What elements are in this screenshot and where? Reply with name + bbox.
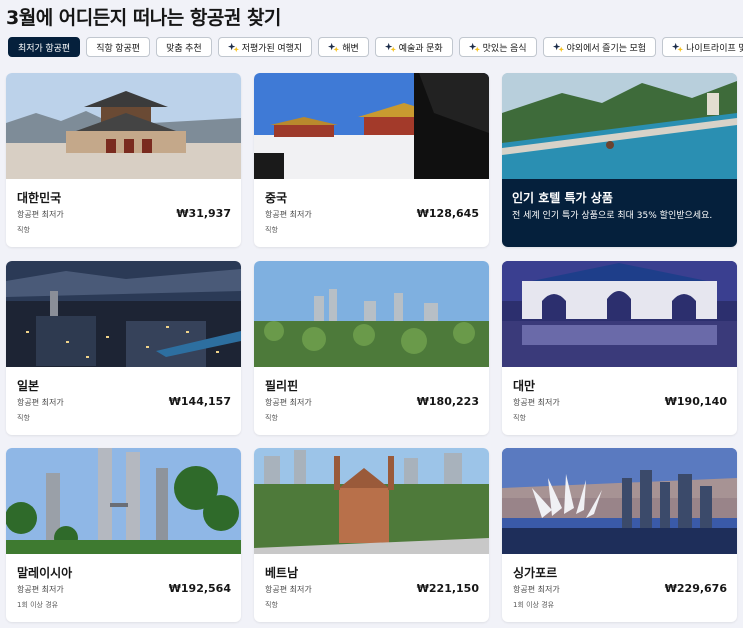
filter-chip-recommended[interactable]: 맞춤 추천	[156, 37, 212, 57]
price-label: 항공편 최저가	[513, 398, 560, 407]
destination-card-china[interactable]: 중국 항공편 최저가 ₩128,645 직항	[254, 73, 489, 247]
price-value: ₩128,645	[416, 207, 479, 220]
chip-label: 나이트라이프 및 엔터	[686, 42, 743, 53]
price-label: 항공편 최저가	[265, 398, 312, 407]
destination-photo	[254, 448, 489, 554]
promo-title: 인기 호텔 특가 상품	[512, 191, 613, 205]
filter-chip-underrated[interactable]: 저평가된 여행지	[217, 37, 313, 57]
price-label: 항공편 최저가	[17, 398, 64, 407]
price-label: 항공편 최저가	[513, 585, 560, 594]
destination-photo	[6, 261, 241, 367]
chip-label: 직항 항공편	[96, 42, 141, 53]
destination-photo	[6, 73, 241, 179]
destination-photo	[502, 448, 737, 554]
sparkle-icon	[552, 42, 564, 52]
destination-card-taiwan[interactable]: 대만 항공편 최저가 ₩190,140 직항	[502, 261, 737, 435]
price-value: ₩192,564	[168, 582, 231, 595]
filter-chip-food[interactable]: 맛있는 음식	[458, 37, 537, 57]
chip-label: 저평가된 여행지	[241, 42, 303, 53]
destination-card-philippines[interactable]: 필리핀 항공편 최저가 ₩180,223 직항	[254, 261, 489, 435]
price-value: ₩221,150	[416, 582, 479, 595]
destination-name: 베트남	[265, 566, 299, 580]
destination-card-singapore[interactable]: 싱가포르 항공편 최저가 ₩229,676 1회 이상 경유	[502, 448, 737, 622]
flight-type: 직항	[265, 601, 278, 609]
destination-name: 대한민국	[17, 191, 62, 205]
chip-label: 최저가 항공편	[18, 42, 71, 53]
destination-name: 일본	[17, 379, 40, 393]
filter-chip-nightlife[interactable]: 나이트라이프 및 엔터	[662, 37, 743, 57]
sparkle-icon	[468, 42, 480, 52]
price-value: ₩144,157	[168, 395, 231, 408]
price-value: ₩229,676	[664, 582, 727, 595]
filter-chip-beach[interactable]: 해변	[318, 37, 369, 57]
sparkle-icon	[328, 42, 340, 52]
destination-name: 싱가포르	[513, 566, 558, 580]
destination-photo	[502, 261, 737, 367]
price-label: 항공편 최저가	[265, 585, 312, 594]
sparkle-icon	[672, 42, 684, 52]
filter-chip-row: 최저가 항공편 직항 항공편 맞춤 추천 저평가된 여행지 해변 예술과 문화 …	[8, 37, 743, 58]
price-label: 항공편 최저가	[17, 210, 64, 219]
flight-type: 1회 이상 경유	[17, 601, 59, 609]
flight-type: 직항	[513, 414, 526, 422]
chip-label: 야외에서 즐기는 모험	[566, 42, 647, 53]
flight-type: 1회 이상 경유	[513, 601, 555, 609]
flight-type: 직항	[17, 414, 30, 422]
sparkle-icon	[384, 42, 396, 52]
flight-type: 직항	[265, 414, 278, 422]
destination-card-vietnam[interactable]: 베트남 항공편 최저가 ₩221,150 직항	[254, 448, 489, 622]
destination-photo	[254, 73, 489, 179]
chip-label: 해변	[342, 42, 359, 53]
filter-chip-art-culture[interactable]: 예술과 문화	[374, 37, 453, 57]
flight-type: 직항	[265, 226, 278, 234]
chip-label: 맞춤 추천	[166, 42, 202, 53]
price-value: ₩31,937	[176, 207, 231, 220]
destination-name: 말레이시아	[17, 566, 73, 580]
chip-label: 예술과 문화	[398, 42, 443, 53]
promo-photo	[502, 73, 737, 179]
destination-name: 필리핀	[265, 379, 299, 393]
filter-chip-direct[interactable]: 직항 항공편	[86, 37, 151, 57]
promo-body: 인기 호텔 특가 상품 전 세계 인기 특가 상품으로 최대 35% 할인받으세…	[502, 179, 737, 247]
price-label: 항공편 최저가	[17, 585, 64, 594]
price-value: ₩190,140	[664, 395, 727, 408]
destination-card-japan[interactable]: 일본 항공편 최저가 ₩144,157 직항	[6, 261, 241, 435]
sparkle-icon	[227, 42, 239, 52]
chip-label: 맛있는 음식	[482, 42, 527, 53]
filter-chip-cheapest[interactable]: 최저가 항공편	[8, 37, 81, 57]
destination-photo	[254, 261, 489, 367]
filter-chip-outdoor[interactable]: 야외에서 즐기는 모험	[542, 37, 657, 57]
destination-card-korea[interactable]: 대한민국 항공편 최저가 ₩31,937 직항	[6, 73, 241, 247]
price-value: ₩180,223	[416, 395, 479, 408]
page-title: 3월에 어디든지 떠나는 항공권 찾기	[6, 7, 281, 29]
destination-card-malaysia[interactable]: 말레이시아 항공편 최저가 ₩192,564 1회 이상 경유	[6, 448, 241, 622]
flight-type: 직항	[17, 226, 30, 234]
destination-photo	[6, 448, 241, 554]
destination-name: 대만	[513, 379, 536, 393]
destination-name: 중국	[265, 191, 288, 205]
promo-card-hotel-deals[interactable]: 인기 호텔 특가 상품 전 세계 인기 특가 상품으로 최대 35% 할인받으세…	[502, 73, 737, 247]
promo-description: 전 세계 인기 특가 상품으로 최대 35% 할인받으세요.	[512, 211, 713, 221]
price-label: 항공편 최저가	[265, 210, 312, 219]
